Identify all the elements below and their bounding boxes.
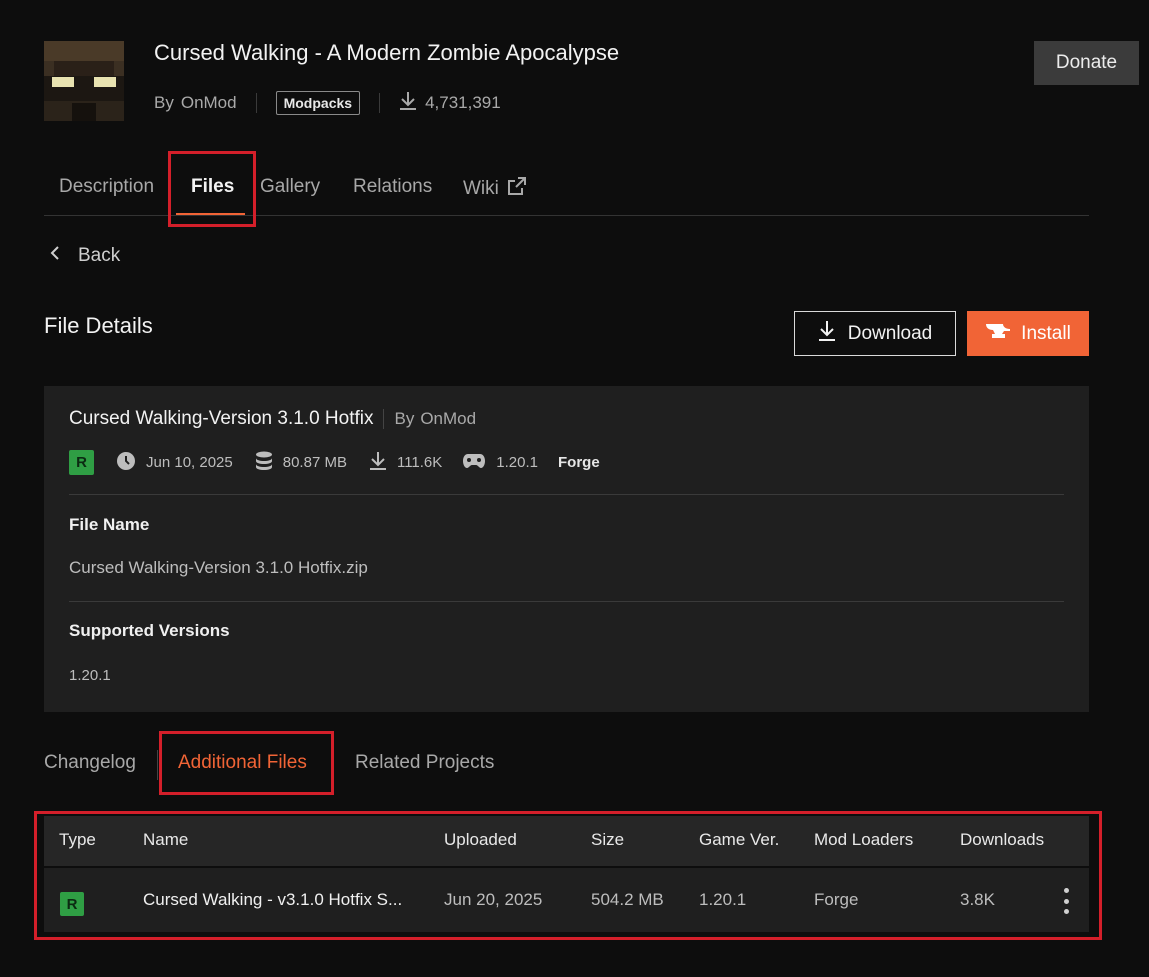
tab-gallery[interactable]: Gallery: [260, 176, 320, 198]
install-label: Install: [1021, 322, 1071, 344]
divider: [157, 750, 158, 780]
file-size: 80.87 MB: [255, 451, 347, 475]
tab-wiki-label: Wiki: [463, 178, 499, 199]
file-game-version: 1.20.1: [462, 453, 538, 473]
release-type-badge: R: [69, 450, 94, 475]
row-game-version: 1.20.1: [699, 890, 747, 909]
tab-description[interactable]: Description: [59, 176, 154, 198]
file-date-value: Jun 10, 2025: [146, 454, 233, 471]
column-header-mod-loaders[interactable]: Mod Loaders: [814, 830, 913, 850]
back-link[interactable]: Back: [50, 245, 120, 267]
row-downloads: 3.8K: [960, 890, 995, 909]
section-title: File Details: [44, 313, 153, 338]
file-downloads-value: 111.6K: [396, 454, 443, 471]
project-title: Cursed Walking - A Modern Zombie Apocaly…: [154, 40, 620, 65]
download-count: 4,731,391: [399, 91, 501, 116]
download-icon: [399, 91, 417, 116]
project-meta: By OnMod Modpacks 4,731,391: [154, 90, 501, 116]
kebab-menu-icon[interactable]: [1060, 888, 1072, 914]
tab-files[interactable]: Files: [191, 176, 234, 198]
external-link-icon: [507, 176, 527, 202]
anvil-icon: [985, 322, 1011, 346]
by-label: By: [394, 409, 415, 428]
row-file-name[interactable]: Cursed Walking - v3.1.0 Hotfix S...: [143, 890, 413, 910]
by-label: By: [154, 93, 174, 112]
divider: [69, 494, 1064, 495]
divider: [383, 409, 385, 429]
file-size-value: 80.87 MB: [282, 454, 347, 471]
file-loader: Forge: [558, 454, 600, 471]
row-size: 504.2 MB: [591, 890, 664, 909]
divider: [255, 93, 257, 113]
download-count-value: 4,731,391: [425, 93, 501, 112]
download-icon: [369, 451, 387, 475]
divider: [379, 93, 381, 113]
column-header-game-version[interactable]: Game Ver.: [699, 830, 779, 850]
column-header-name[interactable]: Name: [143, 830, 188, 850]
file-stats: R Jun 10, 2025 80.87 MB 111.6K 1.20.1 Fo…: [69, 450, 600, 475]
database-icon: [255, 451, 273, 475]
release-type-badge: R: [60, 892, 84, 916]
column-header-uploaded[interactable]: Uploaded: [444, 830, 517, 850]
row-uploaded: Jun 20, 2025: [444, 890, 543, 909]
table-header: Type Name Uploaded Size Game Ver. Mod Lo…: [44, 816, 1089, 866]
tab-relations[interactable]: Relations: [353, 176, 432, 198]
download-icon: [818, 320, 836, 348]
author-link[interactable]: OnMod: [181, 93, 237, 113]
project-avatar: [44, 41, 124, 121]
column-header-size[interactable]: Size: [591, 830, 624, 850]
clock-icon: [116, 451, 136, 475]
table-row[interactable]: R Cursed Walking - v3.1.0 Hotfix S... Ju…: [44, 868, 1089, 932]
file-game-version-value: 1.20.1: [496, 454, 539, 471]
tab-related-projects[interactable]: Related Projects: [355, 752, 494, 774]
tab-changelog[interactable]: Changelog: [44, 752, 136, 774]
file-name-value: Cursed Walking-Version 3.1.0 Hotfix.zip: [69, 558, 368, 577]
file-display-name: Cursed Walking-Version 3.1.0 Hotfix: [69, 408, 374, 429]
file-date: Jun 10, 2025: [116, 451, 233, 475]
file-title-row: Cursed Walking-Version 3.1.0 Hotfix By O…: [69, 408, 476, 430]
download-label: Download: [847, 322, 933, 344]
active-tab-indicator: [176, 213, 245, 215]
column-header-downloads[interactable]: Downloads: [960, 830, 1046, 850]
tab-additional-files[interactable]: Additional Files: [178, 752, 307, 774]
column-header-type[interactable]: Type: [59, 830, 96, 850]
file-author-link[interactable]: OnMod: [420, 409, 476, 429]
file-name-label: File Name: [69, 515, 150, 534]
file-downloads: 111.6K: [369, 451, 442, 475]
file-details-card: Cursed Walking-Version 3.1.0 Hotfix By O…: [44, 386, 1089, 712]
donate-button[interactable]: Donate: [1034, 41, 1139, 85]
project-tabs: Description Files Gallery Relations Wiki: [44, 164, 1089, 216]
category-tag[interactable]: Modpacks: [275, 91, 361, 115]
gamepad-icon: [462, 453, 486, 473]
back-label: Back: [78, 245, 121, 266]
download-button[interactable]: Download: [794, 311, 956, 356]
install-button[interactable]: Install: [967, 311, 1089, 356]
tab-wiki[interactable]: Wiki: [463, 176, 527, 202]
row-mod-loader: Forge: [814, 890, 859, 909]
supported-versions-value: 1.20.1: [69, 667, 111, 684]
divider: [69, 601, 1064, 602]
supported-versions-label: Supported Versions: [69, 621, 230, 640]
chevron-left-icon: [50, 245, 60, 267]
additional-files-table: Type Name Uploaded Size Game Ver. Mod Lo…: [44, 816, 1089, 932]
